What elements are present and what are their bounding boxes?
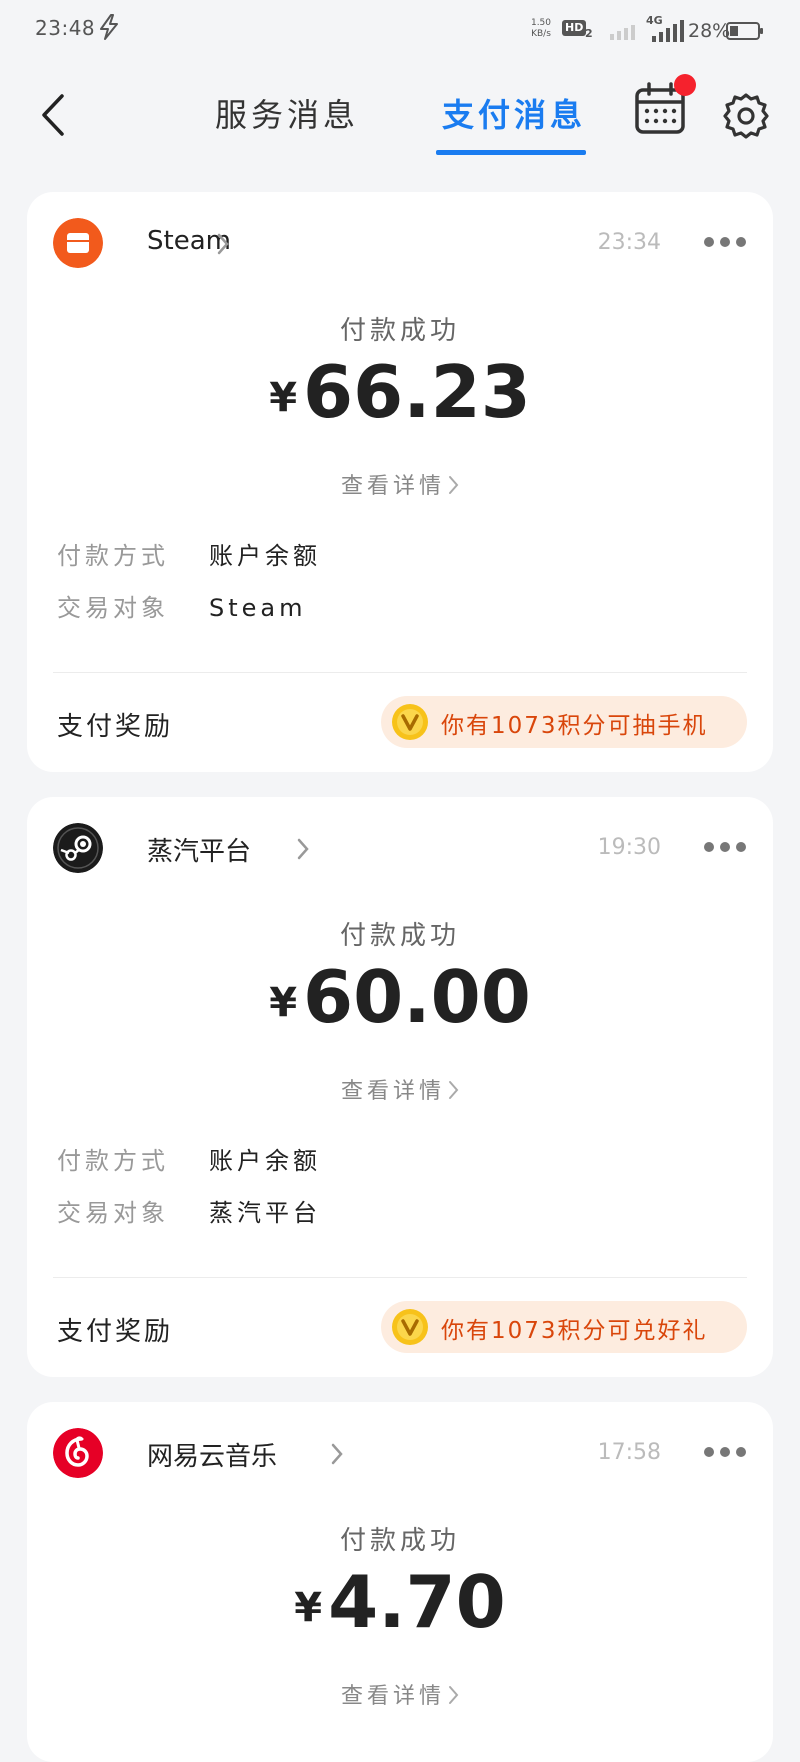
hd-voice-badge: HD <box>562 20 587 36</box>
message-time: 19:30 <box>597 835 661 860</box>
amount-value: 4.70 <box>328 1560 506 1644</box>
more-options-icon[interactable] <box>703 1440 747 1464</box>
gear-icon <box>723 93 769 139</box>
payment-status: 付款成功 <box>339 1526 460 1556</box>
notification-dot <box>674 74 696 96</box>
hd-voice-sim: 2 <box>585 27 593 40</box>
reward-points-button[interactable]: 你有1073积分可兑好礼 <box>381 1301 747 1353</box>
v-coin-icon <box>392 1309 428 1345</box>
more-options-icon[interactable] <box>703 230 747 254</box>
merchant-name[interactable]: 蒸汽平台 <box>147 831 251 868</box>
steam-store-logo-icon <box>53 218 103 268</box>
steam-platform-logo-icon <box>53 823 103 873</box>
message-time: 23:34 <box>597 230 661 255</box>
payment-status: 付款成功 <box>339 316 460 346</box>
currency-symbol: ¥ <box>269 980 298 1026</box>
view-details-link[interactable]: 查看详情 <box>27 1678 773 1710</box>
reward-label: 支付奖励 <box>57 712 174 742</box>
reward-points-button[interactable]: 你有1073积分可抽手机 <box>381 696 747 748</box>
payment-method-value: 账户余额 <box>209 542 321 570</box>
signal-4g-icon <box>652 20 684 42</box>
back-button[interactable] <box>34 90 74 140</box>
merchant-row: Steam 23:34 <box>53 218 747 270</box>
payment-method-label: 付款方式 <box>57 542 169 570</box>
chevron-right-icon <box>449 1081 459 1099</box>
currency-symbol: ¥ <box>269 375 298 421</box>
payment-status: 付款成功 <box>339 921 460 951</box>
divider <box>53 672 747 673</box>
reward-text: 你有1073积分可抽手机 <box>441 713 708 739</box>
payment-amount: ¥60.00 <box>27 955 773 1039</box>
counterparty-row: 交易对象 蒸汽平台 <box>57 1193 321 1228</box>
counterparty-label: 交易对象 <box>57 594 169 622</box>
payment-method-row: 付款方式 账户余额 <box>57 1141 321 1176</box>
active-tab-indicator <box>436 150 586 155</box>
header-bar: 服务消息 支付消息 <box>0 62 800 164</box>
battery-icon <box>726 22 763 40</box>
network-speed-unit: KB/s <box>531 29 551 39</box>
payment-amount: ¥66.23 <box>27 350 773 434</box>
message-time: 17:58 <box>597 1440 661 1465</box>
battery-percent: 28% <box>688 20 731 42</box>
currency-symbol: ¥ <box>294 1585 323 1631</box>
tab-service-messages[interactable]: 服务消息 <box>215 90 359 136</box>
signal-weak-icon <box>610 25 635 40</box>
view-details-link[interactable]: 查看详情 <box>27 468 773 500</box>
chevron-right-icon <box>217 233 229 255</box>
view-details-label: 查看详情 <box>340 1079 445 1104</box>
chevron-right-icon <box>449 1686 459 1704</box>
more-options-icon[interactable] <box>703 835 747 859</box>
amount-value: 60.00 <box>303 955 531 1039</box>
payment-method-label: 付款方式 <box>57 1147 169 1175</box>
network-speed-value: 1.50 <box>530 18 552 28</box>
payment-card[interactable]: 蒸汽平台 19:30 付款成功 ¥60.00 查看详情 付款方式 账户余额 交易对… <box>27 797 773 1377</box>
chevron-right-icon <box>331 1443 343 1465</box>
chevron-right-icon <box>449 476 459 494</box>
status-time: 23:48 <box>35 16 96 40</box>
amount-value: 66.23 <box>303 350 531 434</box>
status-bar: 23:48 1.50 KB/s HD 2 4G 28% <box>0 0 800 62</box>
settings-button[interactable] <box>722 92 770 140</box>
counterparty-value: 蒸汽平台 <box>209 1199 321 1227</box>
charging-bolt-icon <box>98 14 120 46</box>
counterparty-row: 交易对象 Steam <box>57 588 307 623</box>
merchant-name[interactable]: 网易云音乐 <box>147 1436 277 1473</box>
payment-card[interactable]: Steam 23:34 付款成功 ¥66.23 查看详情 付款方式 账户余额 交易… <box>27 192 773 772</box>
reward-text: 你有1073积分可兑好礼 <box>441 1318 708 1344</box>
merchant-row: 网易云音乐 17:58 <box>53 1428 747 1480</box>
network-speed: 1.50 KB/s <box>528 18 554 40</box>
reward-label: 支付奖励 <box>57 1317 174 1347</box>
counterparty-value: Steam <box>209 594 307 622</box>
v-coin-icon <box>392 704 428 740</box>
payment-method-row: 付款方式 账户余额 <box>57 536 321 571</box>
divider <box>53 1277 747 1278</box>
view-details-label: 查看详情 <box>340 474 445 499</box>
back-arrow-icon <box>42 94 64 136</box>
payment-card[interactable]: 网易云音乐 17:58 付款成功 ¥4.70 查看详情 <box>27 1402 773 1762</box>
view-details-link[interactable]: 查看详情 <box>27 1073 773 1105</box>
payment-amount: ¥4.70 <box>27 1560 773 1644</box>
netease-music-logo-icon <box>53 1428 103 1478</box>
tab-payment-messages[interactable]: 支付消息 <box>442 90 586 136</box>
counterparty-label: 交易对象 <box>57 1199 169 1227</box>
chevron-right-icon <box>297 838 309 860</box>
view-details-label: 查看详情 <box>340 1684 445 1709</box>
merchant-row: 蒸汽平台 19:30 <box>53 823 747 875</box>
payment-method-value: 账户余额 <box>209 1147 321 1175</box>
